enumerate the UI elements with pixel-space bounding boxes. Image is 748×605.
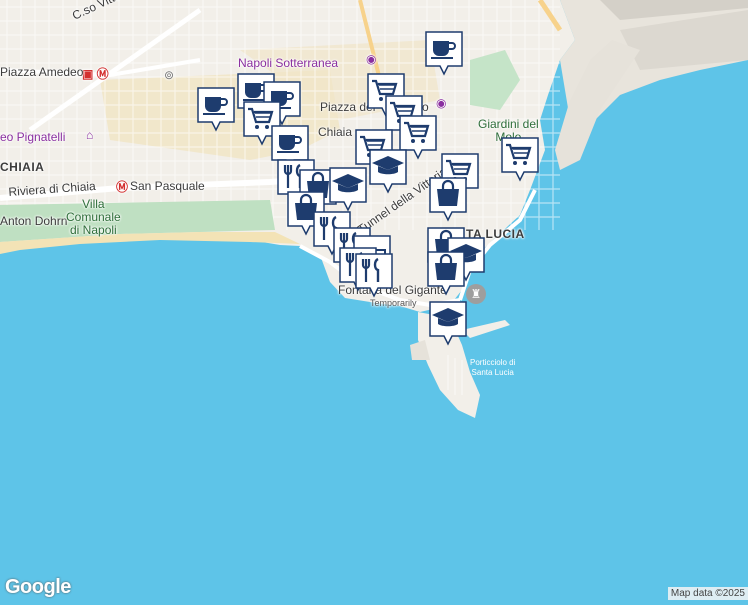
poi-label-villa-pignatelli: eo Pignatelli [0,130,66,144]
landmark-icon: ⊚ [164,68,175,82]
shopping-bag-icon [429,177,467,222]
coffee-icon [425,31,463,76]
camera-icon: ◉ [366,52,377,66]
map-marker-shopping-bag[interactable] [426,250,466,296]
poi-label-temporarily: Temporarily [370,298,417,308]
map-marker-coffee[interactable] [424,30,464,76]
map-attribution[interactable]: Map data ©2025 [667,587,748,600]
map-marker-restaurant[interactable] [354,252,394,298]
metro-icon-san-pasquale: Ⓜ [116,180,129,194]
district-label-chiaia: CHIAIA [0,160,45,174]
shopping-cart-icon [501,137,539,182]
place-label-anton-dohrn: Anton Dohrn [0,214,68,228]
metro-icon-amedeo: ▣ Ⓜ [82,67,109,81]
map-marker-shopping-cart[interactable] [500,136,540,182]
coffee-icon [197,87,235,132]
map-canvas[interactable]: ▣ Ⓜ Ⓜ C.so Vittorio Emanuele Piazza Amed… [0,0,748,600]
graduation-cap-icon [429,301,467,346]
restaurant-icon [355,253,393,298]
place-label-piazza-amedeo: Piazza Amedeo [0,65,84,79]
google-logo: Google [5,576,71,598]
camera-icon: ◉ [436,96,447,110]
landmark-icon: ♜ [466,284,486,304]
park-label-villa-comunale: Villa Comunale di Napoli [66,197,121,237]
map-marker-coffee[interactable] [196,86,236,132]
map-marker-shopping-bag[interactable] [428,176,468,222]
map-marker-graduation-cap[interactable] [328,166,368,212]
map-marker-graduation-cap[interactable] [368,148,408,194]
place-label-san-pasquale: San Pasquale [130,179,205,193]
place-label-porticciolo: Porticciolo di Santa Lucia [470,358,516,377]
map-marker-graduation-cap[interactable] [428,300,468,346]
museum-icon: ⌂ [86,128,94,142]
graduation-cap-icon [369,149,407,194]
poi-label-napoli-sotterranea: Napoli Sotterranea [238,56,339,70]
shopping-bag-icon [427,251,465,296]
place-label-chiaia: Chiaia [318,125,353,139]
graduation-cap-icon [329,167,367,212]
